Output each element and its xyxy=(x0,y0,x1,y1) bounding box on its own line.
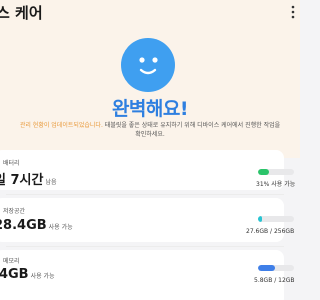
memory-bar xyxy=(258,265,294,271)
battery-bar xyxy=(258,169,294,175)
memory-label: 메모리 xyxy=(3,258,20,265)
battery-card[interactable]: 배터리 일 7시간남음 31% 사용 가능 xyxy=(0,150,295,190)
app-title: 스 케어 xyxy=(0,4,43,22)
status-desc-line1: 태블릿을 좋은 상태로 유지하기 위해 디바이스 케어에서 진행한 작업을 xyxy=(104,122,281,129)
memory-free: .4GB xyxy=(0,267,29,282)
status-desc-line2: 확인하세요. xyxy=(135,131,165,138)
battery-value: 일 7시간남음 xyxy=(0,169,57,188)
battery-label: 배터리 xyxy=(3,160,20,167)
storage-bar xyxy=(258,216,294,222)
status-panel: 스 케어 완벽해요! 관리 현황이 업데이트되었습니다. 태블릿을 좋은 상태로… xyxy=(0,0,300,158)
battery-time: 일 7시간 xyxy=(0,173,44,188)
storage-note: 27.6GB / 256GB xyxy=(246,228,295,235)
status-update-note: 관리 현황이 업데이트되었습니다. xyxy=(19,122,103,129)
memory-note: 5.8GB / 12GB xyxy=(254,277,295,284)
storage-bar-fill xyxy=(258,216,262,222)
storage-suffix: 사용 가능 xyxy=(48,224,73,231)
memory-value: .4GB사용 가능 xyxy=(0,267,55,282)
battery-suffix: 남음 xyxy=(45,179,57,186)
battery-bar-fill xyxy=(258,169,270,175)
memory-card[interactable]: 메모리 .4GB사용 가능 5.8GB / 12GB xyxy=(0,250,295,300)
memory-suffix: 사용 가능 xyxy=(30,273,55,280)
status-description: 관리 현황이 업데이트되었습니다. 태블릿을 좋은 상태로 유지하기 위해 디바… xyxy=(0,121,300,139)
status-title: 완벽해요! xyxy=(111,98,189,120)
storage-value: 28.4GB사용 가능 xyxy=(0,218,73,233)
storage-label: 저장공간 xyxy=(3,208,26,215)
storage-card[interactable]: 저장공간 28.4GB사용 가능 27.6GB / 256GB xyxy=(0,198,294,242)
divider xyxy=(6,194,284,195)
smile-face-icon xyxy=(121,38,175,92)
divider xyxy=(6,246,284,247)
storage-free: 28.4GB xyxy=(0,218,47,233)
more-vertical-icon[interactable] xyxy=(288,5,298,19)
memory-bar-fill xyxy=(258,265,276,271)
battery-note: 31% 사용 가능 xyxy=(256,181,296,188)
